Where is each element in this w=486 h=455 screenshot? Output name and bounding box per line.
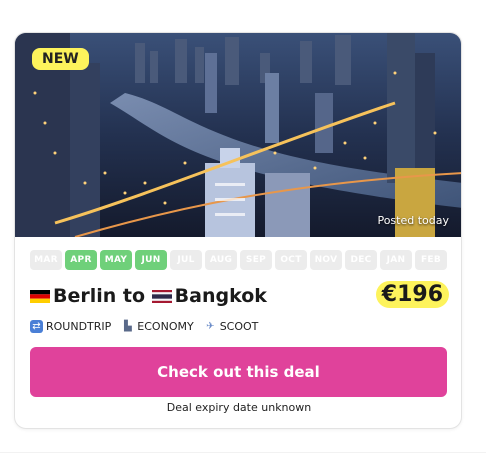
feature-label: ROUNDTRIP [46,320,112,333]
month-mar: MAR [30,250,62,270]
month-feb: FEB [415,250,447,270]
month-apr: APR [65,250,97,270]
thailand-flag-icon [151,289,172,303]
feature-roundtrip: ⇄ ROUNDTRIP [30,320,111,333]
expiry-note: Deal expiry date unknown [166,401,312,414]
month-jun: JUN [135,250,167,270]
month-nov: NOV [310,250,342,270]
feature-label: ECONOMY [137,320,194,333]
airplane-icon: ✈ [205,321,215,332]
seat-icon: ▙ [123,321,132,332]
feature-airline: ✈ SCOOT [204,320,259,333]
month-jul: JUL [170,250,202,270]
check-out-deal-button[interactable]: Check out this deal [30,347,447,397]
divider [0,452,486,453]
deal-features: ⇄ ROUNDTRIP ▙ ECONOMY ✈ SCOOT [30,320,258,333]
roundtrip-icon: ⇄ [30,320,43,333]
month-jan: JAN [380,250,412,270]
feature-label: SCOOT [219,320,259,333]
month-dec: DEC [345,250,377,270]
travel-months: MAR APR MAY JUN JUL AUG SEP OCT NOV DEC … [30,250,447,270]
origin-city: Berlin [53,285,117,307]
germany-flag-icon [30,289,50,303]
feature-economy: ▙ ECONOMY [121,320,194,333]
month-oct: OCT [275,250,307,270]
destination-city: Bangkok [174,285,267,307]
month-may: MAY [100,250,132,270]
posted-date: Posted today [377,214,449,227]
route-title: Berlin to Bangkok [30,285,267,307]
price-tag: €196 [375,281,449,308]
deal-card[interactable]: NEW Posted today MAR APR MAY JUN JUL AUG… [14,32,462,429]
destination-photo: NEW Posted today [15,33,461,237]
new-badge: NEW [32,48,89,70]
month-sep: SEP [240,250,272,270]
route-joiner: to [116,285,152,307]
month-aug: AUG [205,250,237,270]
